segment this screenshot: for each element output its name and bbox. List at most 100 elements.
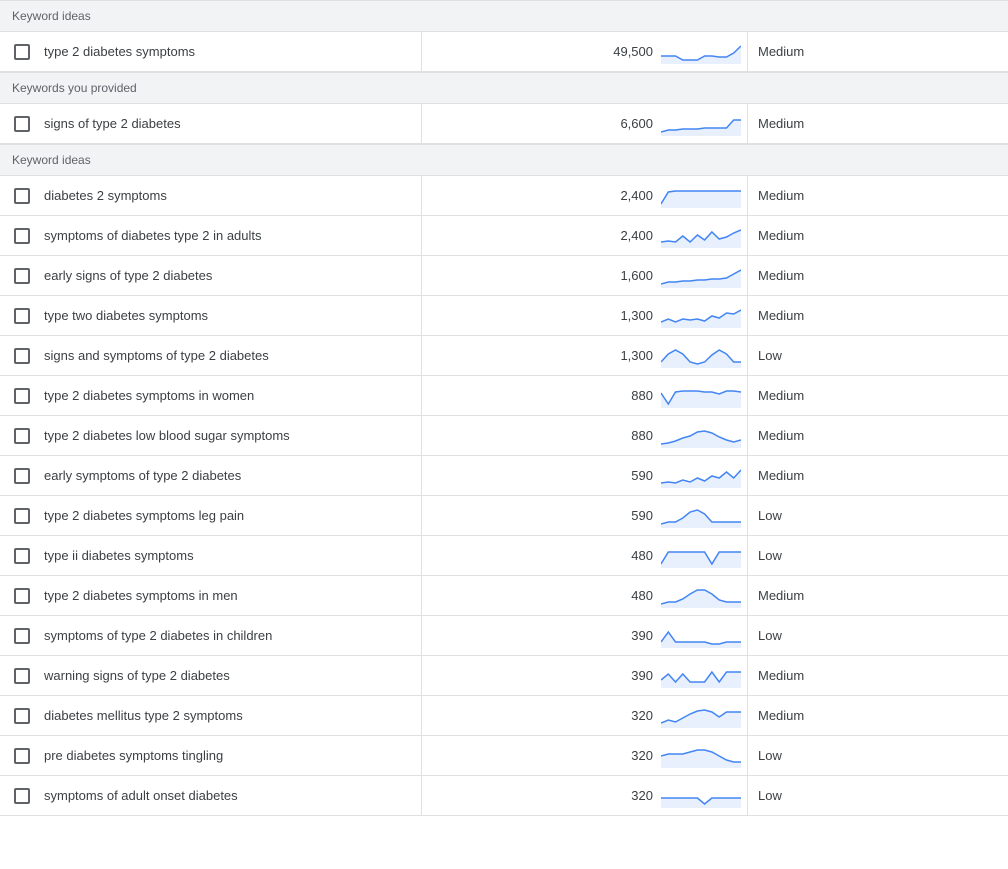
row-checkbox[interactable] bbox=[14, 468, 30, 484]
volume-cell: 590 bbox=[422, 496, 748, 535]
row-checkbox-cell bbox=[0, 468, 44, 484]
competition-text: Low bbox=[748, 628, 1008, 643]
row-checkbox[interactable] bbox=[14, 308, 30, 324]
trend-sparkline-icon bbox=[661, 704, 741, 728]
trend-sparkline-icon bbox=[661, 584, 741, 608]
competition-text: Low bbox=[748, 548, 1008, 563]
keyword-row[interactable]: warning signs of type 2 diabetes390 Medi… bbox=[0, 656, 1008, 696]
keyword-row[interactable]: type 2 diabetes symptoms in men480 Mediu… bbox=[0, 576, 1008, 616]
row-checkbox[interactable] bbox=[14, 668, 30, 684]
competition-text: Medium bbox=[748, 308, 1008, 323]
volume-number: 390 bbox=[593, 628, 653, 643]
trend-sparkline-icon bbox=[661, 224, 741, 248]
volume-cell: 1,300 bbox=[422, 296, 748, 335]
trend-sparkline-icon bbox=[661, 384, 741, 408]
volume-number: 320 bbox=[593, 748, 653, 763]
keyword-row[interactable]: type two diabetes symptoms1,300 Medium bbox=[0, 296, 1008, 336]
row-checkbox[interactable] bbox=[14, 788, 30, 804]
volume-cell: 590 bbox=[422, 456, 748, 495]
keyword-row[interactable]: pre diabetes symptoms tingling320 Low bbox=[0, 736, 1008, 776]
trend-sparkline-icon bbox=[661, 424, 741, 448]
competition-text: Medium bbox=[748, 268, 1008, 283]
keyword-row[interactable]: symptoms of type 2 diabetes in children3… bbox=[0, 616, 1008, 656]
volume-cell: 390 bbox=[422, 616, 748, 655]
row-checkbox[interactable] bbox=[14, 588, 30, 604]
trend-sparkline-icon bbox=[661, 304, 741, 328]
volume-number: 320 bbox=[593, 788, 653, 803]
row-checkbox[interactable] bbox=[14, 388, 30, 404]
row-checkbox-cell bbox=[0, 548, 44, 564]
keyword-row[interactable]: symptoms of diabetes type 2 in adults2,4… bbox=[0, 216, 1008, 256]
trend-sparkline-icon bbox=[661, 40, 741, 64]
row-checkbox[interactable] bbox=[14, 188, 30, 204]
row-checkbox[interactable] bbox=[14, 548, 30, 564]
keyword-text: type ii diabetes symptoms bbox=[44, 536, 422, 575]
trend-sparkline-icon bbox=[661, 112, 741, 136]
row-checkbox[interactable] bbox=[14, 708, 30, 724]
competition-text: Medium bbox=[748, 44, 1008, 59]
keyword-row[interactable]: type 2 diabetes low blood sugar symptoms… bbox=[0, 416, 1008, 456]
volume-number: 2,400 bbox=[593, 188, 653, 203]
keyword-row[interactable]: type 2 diabetes symptoms 49,500 Medium bbox=[0, 32, 1008, 72]
row-checkbox[interactable] bbox=[14, 748, 30, 764]
volume-number: 1,600 bbox=[593, 268, 653, 283]
keyword-text: type 2 diabetes symptoms bbox=[44, 32, 422, 71]
row-checkbox-cell bbox=[0, 788, 44, 804]
competition-text: Medium bbox=[748, 388, 1008, 403]
row-checkbox-cell bbox=[0, 188, 44, 204]
volume-number: 590 bbox=[593, 508, 653, 523]
keyword-row[interactable]: diabetes 2 symptoms2,400 Medium bbox=[0, 176, 1008, 216]
keyword-row[interactable]: diabetes mellitus type 2 symptoms320 Med… bbox=[0, 696, 1008, 736]
row-checkbox[interactable] bbox=[14, 508, 30, 524]
row-checkbox[interactable] bbox=[14, 628, 30, 644]
row-checkbox-cell bbox=[0, 748, 44, 764]
row-checkbox[interactable] bbox=[14, 116, 30, 132]
row-checkbox[interactable] bbox=[14, 428, 30, 444]
keyword-text: signs of type 2 diabetes bbox=[44, 104, 422, 143]
keyword-row[interactable]: early signs of type 2 diabetes1,600 Medi… bbox=[0, 256, 1008, 296]
row-checkbox[interactable] bbox=[14, 348, 30, 364]
keyword-row[interactable]: signs and symptoms of type 2 diabetes1,3… bbox=[0, 336, 1008, 376]
volume-number: 49,500 bbox=[593, 44, 653, 59]
volume-cell: 1,600 bbox=[422, 256, 748, 295]
keyword-row[interactable]: type 2 diabetes symptoms in women880 Med… bbox=[0, 376, 1008, 416]
trend-sparkline-icon bbox=[661, 344, 741, 368]
volume-cell: 6,600 bbox=[422, 104, 748, 143]
keyword-row[interactable]: signs of type 2 diabetes6,600 Medium bbox=[0, 104, 1008, 144]
keyword-row[interactable]: symptoms of adult onset diabetes320 Low bbox=[0, 776, 1008, 816]
section-header: Keywords you provided bbox=[0, 72, 1008, 104]
trend-sparkline-icon bbox=[661, 744, 741, 768]
row-checkbox[interactable] bbox=[14, 228, 30, 244]
row-checkbox[interactable] bbox=[14, 268, 30, 284]
volume-cell: 480 bbox=[422, 576, 748, 615]
trend-sparkline-icon bbox=[661, 504, 741, 528]
trend-sparkline-icon bbox=[661, 544, 741, 568]
volume-cell: 1,300 bbox=[422, 336, 748, 375]
keyword-text: warning signs of type 2 diabetes bbox=[44, 656, 422, 695]
row-checkbox-cell bbox=[0, 116, 44, 132]
keyword-text: pre diabetes symptoms tingling bbox=[44, 736, 422, 775]
volume-cell: 320 bbox=[422, 776, 748, 815]
keyword-text: diabetes mellitus type 2 symptoms bbox=[44, 696, 422, 735]
volume-cell: 49,500 bbox=[422, 32, 748, 71]
keyword-row[interactable]: early symptoms of type 2 diabetes590 Med… bbox=[0, 456, 1008, 496]
keyword-text: type 2 diabetes low blood sugar symptoms bbox=[44, 416, 422, 455]
volume-cell: 480 bbox=[422, 536, 748, 575]
keyword-text: signs and symptoms of type 2 diabetes bbox=[44, 336, 422, 375]
row-checkbox-cell bbox=[0, 268, 44, 284]
volume-number: 480 bbox=[593, 588, 653, 603]
row-checkbox-cell bbox=[0, 388, 44, 404]
volume-number: 390 bbox=[593, 668, 653, 683]
row-checkbox-cell bbox=[0, 628, 44, 644]
competition-text: Medium bbox=[748, 428, 1008, 443]
keyword-text: symptoms of adult onset diabetes bbox=[44, 776, 422, 815]
row-checkbox-cell bbox=[0, 588, 44, 604]
row-checkbox[interactable] bbox=[14, 44, 30, 60]
trend-sparkline-icon bbox=[661, 464, 741, 488]
keyword-text: type 2 diabetes symptoms leg pain bbox=[44, 496, 422, 535]
section-header: Keyword ideas bbox=[0, 0, 1008, 32]
row-checkbox-cell bbox=[0, 508, 44, 524]
keyword-row[interactable]: type ii diabetes symptoms480 Low bbox=[0, 536, 1008, 576]
keyword-row[interactable]: type 2 diabetes symptoms leg pain590 Low bbox=[0, 496, 1008, 536]
volume-cell: 2,400 bbox=[422, 176, 748, 215]
